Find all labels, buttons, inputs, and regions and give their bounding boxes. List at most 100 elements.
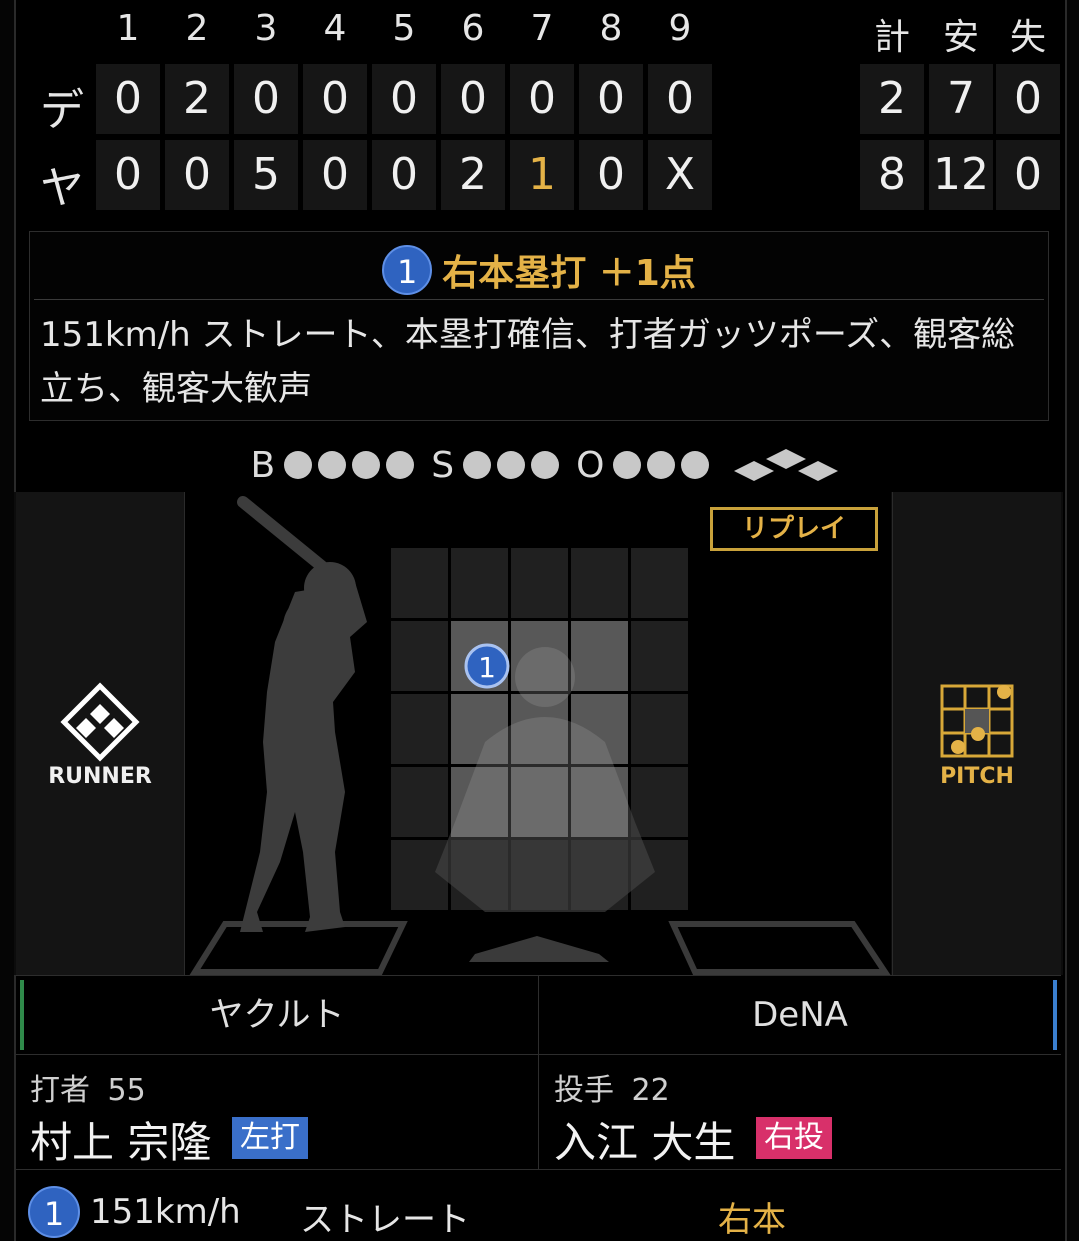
inning-score-cell: 0: [648, 64, 712, 134]
team-tabs: ヤクルト DeNA: [16, 975, 1061, 1055]
ball-zone-cell: [631, 694, 688, 764]
out-dot: [613, 451, 642, 479]
inning-header: 4: [323, 8, 347, 49]
inning-score-cell: 0: [96, 64, 160, 134]
ball-zone-cell: [391, 621, 448, 691]
ball-dot: [284, 451, 313, 479]
inning-score-cell: 0: [372, 64, 436, 134]
pitch-marker-number: 1: [478, 651, 496, 684]
team-tab-dena[interactable]: DeNA: [539, 976, 1061, 1054]
pitch-type: ストレート: [300, 1200, 470, 1240]
diamond-field-icon: [60, 682, 140, 762]
inning-score-cell: 0: [510, 64, 574, 134]
play-event-title: 1 右本塁打 ＋1点: [30, 242, 1048, 298]
total-cell: 0: [996, 64, 1060, 134]
strike-zone-cell: [511, 621, 568, 691]
inning-header: 2: [185, 8, 209, 49]
inning-header: 8: [599, 8, 623, 49]
ball-zone-cell: [391, 767, 448, 837]
pitch-number-badge: 1: [382, 245, 433, 295]
ball-zone-cell: [631, 621, 688, 691]
pitcher-hand-badge: 右投: [756, 1117, 832, 1159]
ball-zone-cell: [571, 548, 628, 618]
out-dot: [647, 451, 676, 479]
inning-header: 1: [116, 8, 140, 49]
total-cell: 7: [929, 64, 993, 134]
inning-score-cell: 0: [165, 140, 229, 210]
strike-label: S: [431, 444, 455, 486]
ball-zone-cell: [451, 548, 508, 618]
pitch-button[interactable]: PITCH: [892, 492, 1061, 975]
ball-zone-cell: [391, 694, 448, 764]
total-cell: 2: [860, 64, 924, 134]
pitcher-role: 投手: [554, 1073, 614, 1108]
out-label: O: [576, 444, 605, 486]
inning-score-cell: 1: [510, 140, 574, 210]
pitch-label: PITCH: [940, 764, 1014, 789]
inning-score-cell: X: [648, 140, 712, 210]
batter-name[interactable]: 村上 宗隆: [30, 1109, 211, 1170]
pitcher-number: 22: [631, 1073, 670, 1108]
play-event-box: 1 右本塁打 ＋1点 151km/h ストレート、本塁打確信、打者ガッツポーズ、…: [29, 231, 1049, 421]
pitch-zone-panel: RUNNER 1 リプレイ PITCH: [14, 492, 1063, 975]
batter-hand-badge: 左打: [232, 1117, 308, 1159]
total-cell: 12: [929, 140, 993, 210]
pitch-speed: 151km/h: [90, 1192, 241, 1232]
team-abbr-home: ヤ: [40, 163, 84, 214]
strike-zone-cell: [571, 621, 628, 691]
count-indicator: B S O: [0, 443, 1079, 487]
pitch-log-row[interactable]: 1 151km/h ストレート 右本: [16, 1170, 1061, 1241]
pitcher-info: 投手 22: [554, 1065, 670, 1109]
strike-dot: [463, 451, 492, 479]
pitcher-name[interactable]: 入江 大生: [554, 1109, 735, 1170]
inning-header: 9: [668, 8, 692, 49]
strike-dot: [531, 451, 560, 479]
total-cell: 8: [860, 140, 924, 210]
ball-zone-cell: [451, 840, 508, 910]
inning-score-cell: 0: [579, 64, 643, 134]
runner-button[interactable]: RUNNER: [16, 492, 185, 975]
out-dot: [681, 451, 710, 479]
ball-zone-cell: [631, 840, 688, 910]
pitch-result: 右本: [718, 1200, 786, 1240]
inning-header: 3: [254, 8, 278, 49]
runner-label: RUNNER: [48, 764, 152, 789]
inning-header: 5: [392, 8, 416, 49]
divider: [34, 299, 1044, 300]
total-cell: 0: [996, 140, 1060, 210]
totals-header-runs: 計: [873, 17, 910, 58]
ball-zone-cell: [631, 767, 688, 837]
strike-zone-view: 1 リプレイ: [185, 492, 891, 975]
play-description: 151km/h ストレート、本塁打確信、打者ガッツポーズ、観客総立ち、観客大歓声: [40, 315, 1016, 409]
batter-role: 打者: [30, 1073, 90, 1108]
strike-zone-cell: [571, 694, 628, 764]
strike-zone-cell: [451, 767, 508, 837]
team-abbr-visitor: デ: [40, 85, 84, 136]
batter-number: 55: [107, 1073, 146, 1108]
ball-dot: [386, 451, 415, 479]
replay-button[interactable]: リプレイ: [710, 507, 878, 551]
batter-info: 打者 55: [30, 1065, 146, 1109]
ball-dot: [318, 451, 347, 479]
inning-header: 7: [530, 8, 554, 49]
inning-score-cell: 5: [234, 140, 298, 210]
pitch-index-badge: 1: [28, 1186, 80, 1238]
matchup-row: 打者 55 村上 宗隆 左打 投手 22 入江 大生 右投: [16, 1053, 1061, 1170]
ball-zone-cell: [511, 548, 568, 618]
inning-score-cell: 0: [441, 64, 505, 134]
visitor-accent-bar: [1053, 980, 1057, 1050]
inning-score-cell: 0: [579, 140, 643, 210]
ball-zone-cell: [511, 840, 568, 910]
inning-score-cell: 2: [165, 64, 229, 134]
totals-header-errors: 失: [1009, 17, 1046, 58]
strike-dot: [497, 451, 526, 479]
inning-score-cell: 0: [303, 64, 367, 134]
strike-zone-cell: [511, 767, 568, 837]
divider: [538, 1053, 539, 1169]
team-tab-yakult[interactable]: ヤクルト: [16, 976, 538, 1054]
bases-icon: [734, 449, 839, 481]
batter-silhouette-scene: 1: [189, 496, 891, 975]
pitch-chart-icon: [940, 684, 1014, 758]
ball-zone-cell: [571, 840, 628, 910]
inning-score-cell: 0: [303, 140, 367, 210]
